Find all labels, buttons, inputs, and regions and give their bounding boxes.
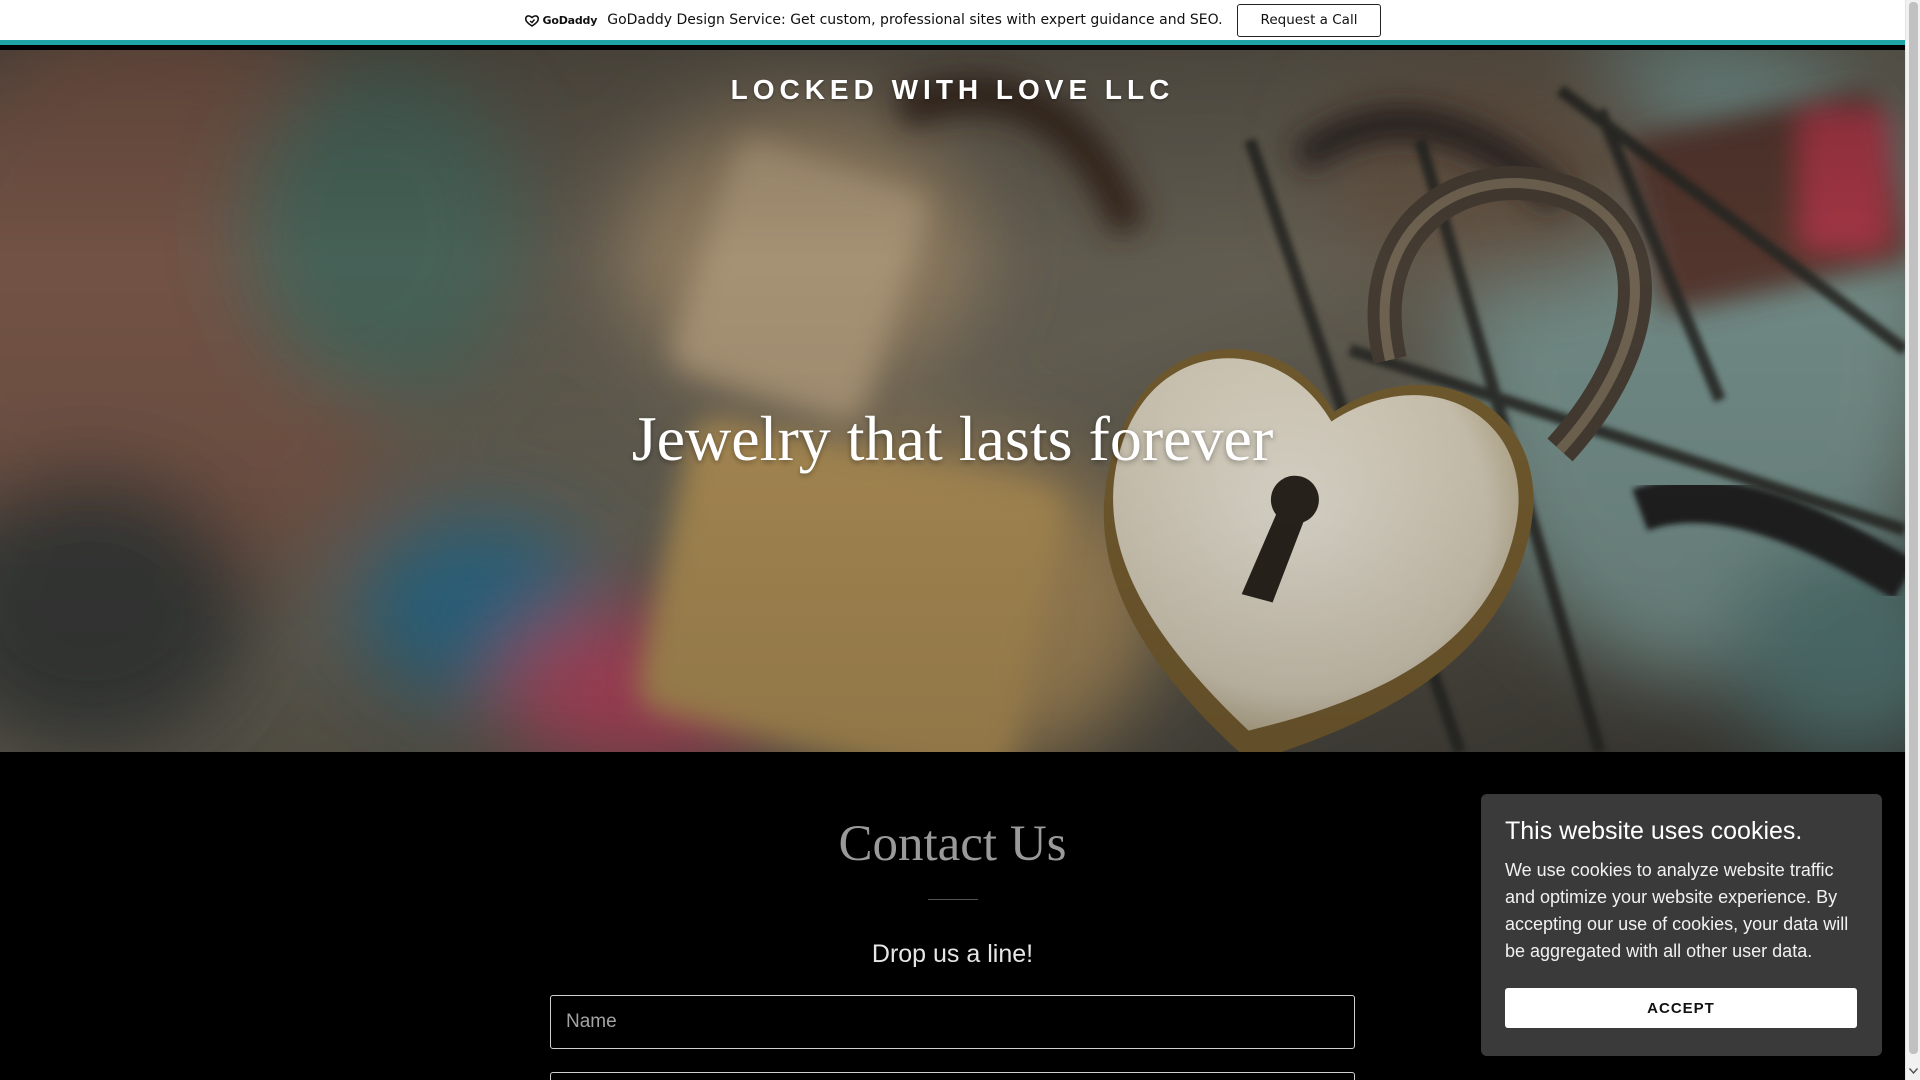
hero-background-image xyxy=(0,50,1905,752)
cookie-banner: This website uses cookies. We use cookie… xyxy=(1481,794,1882,1056)
next-form-field[interactable] xyxy=(550,1072,1355,1080)
promo-message: GoDaddy Design Service: Get custom, prof… xyxy=(607,12,1223,28)
page-scrollbar[interactable] xyxy=(1905,0,1920,1080)
godaddy-logo-text: GoDaddy xyxy=(542,13,598,27)
scroll-down-button[interactable] xyxy=(1906,1064,1920,1078)
godaddy-logo: GoDaddy xyxy=(524,13,598,27)
hero-section: LOCKED WITH LOVE LLC Jewelry that lasts … xyxy=(0,50,1905,752)
request-call-button[interactable]: Request a Call xyxy=(1236,3,1382,37)
name-input[interactable] xyxy=(550,995,1355,1049)
page: GoDaddy GoDaddy Design Service: Get cust… xyxy=(0,0,1920,1080)
title-divider xyxy=(928,899,978,900)
chevron-down-icon xyxy=(1909,1068,1918,1074)
cookie-title: This website uses cookies. xyxy=(1505,817,1803,845)
scrollbar-thumb[interactable] xyxy=(1909,2,1918,1054)
cookie-message: We use cookies to analyze website traffi… xyxy=(1505,860,1849,962)
hero-tagline: Jewelry that lasts forever xyxy=(631,403,1274,474)
godaddy-logo-icon xyxy=(524,14,539,27)
promo-bar: GoDaddy GoDaddy Design Service: Get cust… xyxy=(0,0,1905,45)
brand-title[interactable]: LOCKED WITH LOVE LLC xyxy=(0,74,1905,106)
accept-cookies-button[interactable]: ACCEPT xyxy=(1505,988,1857,1028)
